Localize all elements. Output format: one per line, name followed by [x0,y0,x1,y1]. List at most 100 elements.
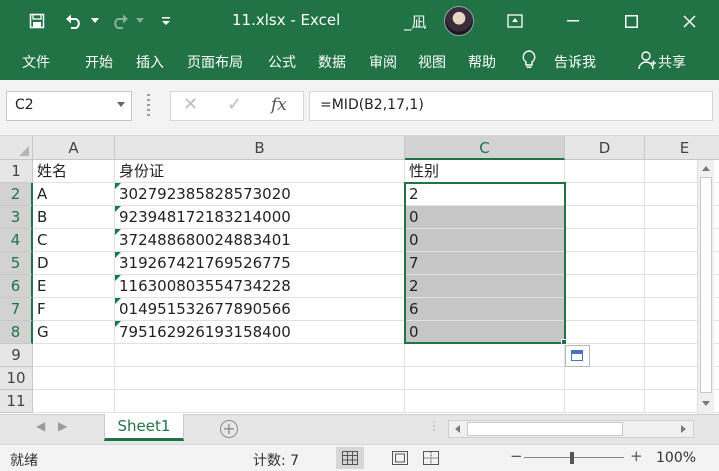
row-header-5[interactable]: 5 [0,252,33,275]
cell-d10[interactable] [565,367,645,390]
row-header-6[interactable]: 6 [0,275,33,298]
column-header-d[interactable]: D [565,136,645,160]
vertical-scroll-thumb[interactable] [700,177,712,393]
close-icon[interactable] [674,0,704,42]
cell-b8[interactable]: 795162926193158400 [115,321,405,344]
cell-b1[interactable]: 身份证 [115,160,405,183]
cell-c3[interactable]: 0 [405,206,565,229]
cell-b10[interactable] [115,367,405,390]
zoom-out-icon[interactable]: − [510,447,523,465]
column-header-c[interactable]: C [405,136,565,160]
cancel-entry-icon[interactable]: ✕ [183,94,198,115]
row-header-2[interactable]: 2 [0,183,33,206]
cell-c6[interactable]: 2 [405,275,565,298]
scroll-up-icon[interactable] [702,165,710,171]
tab-file[interactable]: 文件 [22,52,50,72]
quick-analysis-button[interactable] [565,345,590,367]
cell-d5[interactable] [565,252,645,275]
scroll-right-icon[interactable] [681,425,687,433]
row-header-3[interactable]: 3 [0,206,33,229]
cell-c5[interactable]: 7 [405,252,565,275]
name-box-dropdown-icon[interactable] [117,102,125,107]
page-layout-view-button[interactable] [386,447,414,469]
minimize-icon[interactable] [558,0,588,42]
cell-d11[interactable] [565,390,645,413]
row-header-1[interactable]: 1 [0,160,33,183]
page-break-view-button[interactable] [417,447,445,469]
cell-d4[interactable] [565,229,645,252]
sheet-tab-sheet1[interactable]: Sheet1 [104,414,184,441]
cell-c7[interactable]: 6 [405,298,565,321]
insert-function-icon[interactable]: fx [271,95,287,115]
row-header-10[interactable]: 10 [0,367,33,390]
customize-toolbar-icon[interactable] [158,0,174,42]
cell-a11[interactable] [33,390,115,413]
cell-a4[interactable]: C [33,229,115,252]
tab-split-handle-icon[interactable]: ⋮ [428,419,440,433]
cell-a9[interactable] [33,344,115,367]
cell-c9[interactable] [405,344,565,367]
cell-a1[interactable]: 姓名 [33,160,115,183]
cell-c10[interactable] [405,367,565,390]
maximize-icon[interactable] [616,0,646,42]
share-person-icon[interactable] [638,50,656,74]
cell-c11[interactable] [405,390,565,413]
row-header-7[interactable]: 7 [0,298,33,321]
column-header-b[interactable]: B [115,136,405,160]
cell-d3[interactable] [565,206,645,229]
zoom-slider[interactable]: − + [510,447,643,465]
cell-c1[interactable]: 性别 [405,160,565,183]
save-icon[interactable] [26,0,48,42]
ribbon-display-options-icon[interactable] [503,0,527,42]
tell-me-search[interactable]: 告诉我 [554,52,596,72]
tab-insert[interactable]: 插入 [136,52,164,72]
row-header-4[interactable]: 4 [0,229,33,252]
lightbulb-icon[interactable] [522,50,536,74]
share-button[interactable]: 共享 [658,52,686,72]
zoom-in-icon[interactable]: + [630,447,643,465]
cell-a5[interactable]: D [33,252,115,275]
cell-b5[interactable]: 319267421769526775 [115,252,405,275]
cell-b6[interactable]: 116300803554734228 [115,275,405,298]
cell-c8[interactable]: 0 [405,321,565,344]
select-all-button[interactable] [0,136,33,160]
scroll-left-icon[interactable] [454,425,460,433]
confirm-entry-icon[interactable]: ✓ [227,94,242,115]
row-header-9[interactable]: 9 [0,344,33,367]
column-header-e[interactable]: E [645,136,719,160]
tab-help[interactable]: 帮助 [468,52,496,72]
cell-d8[interactable] [565,321,645,344]
horizontal-scroll-thumb[interactable] [467,422,623,436]
cell-b9[interactable] [115,344,405,367]
horizontal-scrollbar[interactable] [448,420,694,438]
column-header-a[interactable]: A [33,136,115,160]
cell-b11[interactable] [115,390,405,413]
cell-a7[interactable]: F [33,298,115,321]
cell-a8[interactable]: G [33,321,115,344]
row-header-11[interactable]: 11 [0,390,33,413]
cell-d1[interactable] [565,160,645,183]
cell-b7[interactable]: 014951532677890566 [115,298,405,321]
tab-formulas[interactable]: 公式 [268,52,296,72]
zoom-level[interactable]: 100% [656,450,696,466]
cell-d6[interactable] [565,275,645,298]
tab-data[interactable]: 数据 [318,52,346,72]
formula-bar-resize-handle[interactable] [147,94,150,118]
add-sheet-button[interactable]: + [220,420,238,438]
tab-home[interactable]: 开始 [85,52,113,72]
undo-dropdown-icon[interactable] [89,0,101,42]
vertical-scrollbar[interactable] [697,160,714,414]
cell-a2[interactable]: A [33,183,115,206]
tab-review[interactable]: 审阅 [369,52,397,72]
cell-d2[interactable] [565,183,645,206]
zoom-knob[interactable] [570,452,574,464]
formula-input[interactable]: =MID(B2,17,1) [309,91,713,121]
row-header-8[interactable]: 8 [0,321,33,344]
normal-view-button[interactable] [336,447,364,469]
redo-dropdown-icon[interactable] [134,0,146,42]
cell-b2[interactable]: 302792385828573020 [115,183,405,206]
cell-d7[interactable] [565,298,645,321]
cell-c2[interactable]: 2 [405,183,565,206]
undo-icon[interactable] [62,0,86,42]
next-sheet-icon[interactable]: ▶ [58,419,67,433]
